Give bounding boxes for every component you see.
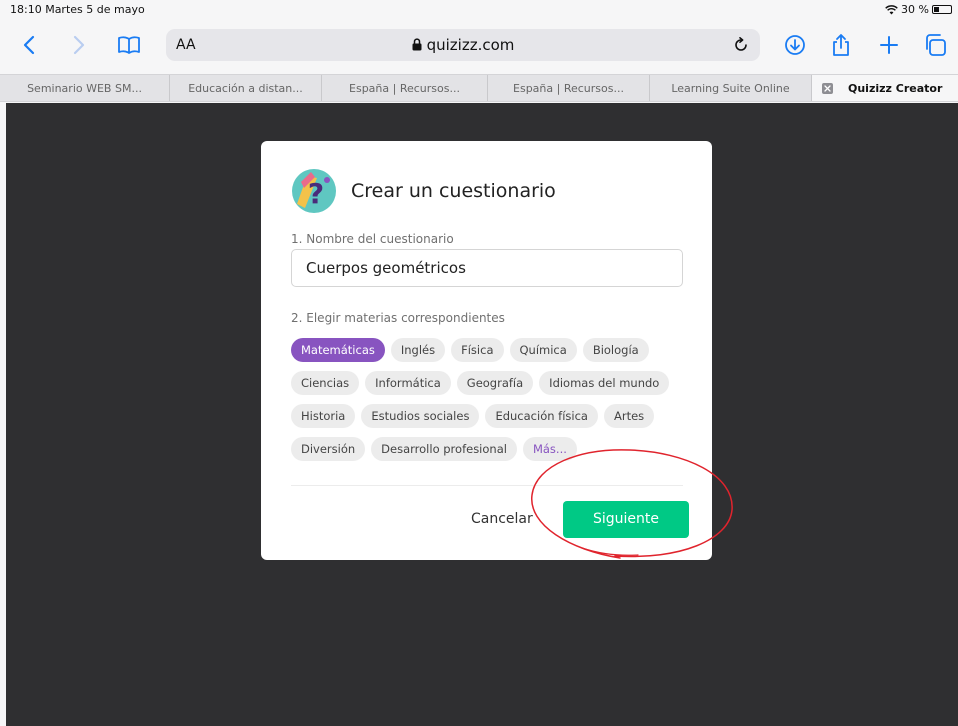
- subject-chips: Matemáticas Inglés Física Química Biología Ci…: [291, 338, 691, 470]
- close-tab-icon[interactable]: [822, 83, 833, 94]
- divider: [291, 485, 683, 486]
- new-tab-icon[interactable]: [874, 30, 904, 60]
- share-icon[interactable]: [826, 30, 856, 60]
- tab-learning-suite[interactable]: Learning Suite Online: [650, 75, 812, 101]
- address-bar[interactable]: AA quizizz.com: [166, 29, 760, 61]
- subject-chip[interactable]: Inglés: [390, 338, 446, 362]
- tab-espana-1[interactable]: España | Recursos...: [322, 75, 488, 101]
- tab-label: Learning Suite Online: [671, 81, 790, 95]
- wifi-icon: [885, 4, 898, 14]
- tabs-overview-icon[interactable]: [920, 30, 950, 60]
- tab-label: España | Recursos...: [349, 81, 460, 95]
- subject-chip[interactable]: Geografía: [456, 371, 534, 395]
- subject-chip[interactable]: Historia: [291, 404, 356, 428]
- battery-icon: [932, 5, 952, 14]
- subject-chip-row: Ciencias Informática Geografía Idiomas del …: [291, 371, 691, 395]
- safari-window: 18:10 Martes 5 de mayo 30 % AA quizizz.c…: [0, 0, 958, 726]
- tab-seminario[interactable]: Seminario WEB SM...: [0, 75, 170, 101]
- subject-chip[interactable]: Matemáticas: [291, 338, 385, 362]
- subject-chip[interactable]: Idiomas del mundo: [539, 371, 670, 395]
- dialog-title: Crear un cuestionario: [351, 180, 556, 202]
- tab-label: Educación a distan...: [188, 81, 303, 95]
- subject-chip[interactable]: Biología: [582, 338, 649, 362]
- tab-educacion[interactable]: Educación a distan...: [170, 75, 322, 101]
- tab-label: Quizizz Creator: [848, 81, 943, 95]
- next-button[interactable]: Siguiente: [563, 501, 689, 538]
- browser-toolbar: AA quizizz.com: [0, 24, 958, 66]
- bookmarks-icon[interactable]: [114, 30, 144, 60]
- quiz-name-input[interactable]: Cuerpos geométricos: [291, 249, 683, 287]
- status-bar: 18:10 Martes 5 de mayo 30 %: [0, 0, 958, 20]
- subject-chip-row: Matemáticas Inglés Física Química Biología: [291, 338, 691, 362]
- svg-text:?: ?: [308, 177, 324, 210]
- quiz-name-label: 1. Nombre del cuestionario: [291, 232, 454, 246]
- forward-icon[interactable]: [64, 30, 94, 60]
- tab-label: Seminario WEB SM...: [27, 81, 142, 95]
- subject-chip[interactable]: Desarrollo profesional: [371, 437, 517, 461]
- tab-quizizz-creator[interactable]: Quizizz Creator: [812, 75, 958, 101]
- subject-chip[interactable]: Estudios sociales: [361, 404, 480, 428]
- reload-icon[interactable]: [730, 34, 752, 56]
- subject-chip-row: Diversión Desarrollo profesional Más...: [291, 437, 691, 461]
- status-time-date: 18:10 Martes 5 de mayo: [10, 3, 145, 16]
- lock-icon: [412, 38, 422, 51]
- quiz-logo-icon: ?: [292, 169, 336, 213]
- create-quiz-dialog: ? Crear un cuestionario 1. Nombre del cu…: [261, 141, 712, 560]
- downloads-icon[interactable]: [780, 30, 810, 60]
- subject-chip[interactable]: Física: [451, 338, 504, 362]
- tab-espana-2[interactable]: España | Recursos...: [488, 75, 650, 101]
- url-text: quizizz.com: [426, 36, 515, 54]
- subject-chip[interactable]: Artes: [603, 404, 655, 428]
- subjects-label: 2. Elegir materias correspondientes: [291, 311, 505, 325]
- subject-chip[interactable]: Ciencias: [291, 371, 360, 395]
- cancel-button[interactable]: Cancelar: [471, 511, 533, 527]
- url-display: quizizz.com: [166, 36, 760, 54]
- subject-chip[interactable]: Informática: [365, 371, 451, 395]
- battery-percent: 30 %: [901, 3, 929, 16]
- more-subjects-chip[interactable]: Más...: [522, 437, 577, 461]
- subject-chip[interactable]: Educación física: [485, 404, 598, 428]
- subject-chip[interactable]: Diversión: [291, 437, 366, 461]
- subject-chip-row: Historia Estudios sociales Educación físic…: [291, 404, 691, 428]
- tab-bar: Seminario WEB SM... Educación a distan..…: [0, 74, 958, 102]
- tab-label: España | Recursos...: [513, 81, 624, 95]
- status-right: 30 %: [885, 3, 952, 16]
- back-icon[interactable]: [14, 30, 44, 60]
- subject-chip[interactable]: Química: [509, 338, 577, 362]
